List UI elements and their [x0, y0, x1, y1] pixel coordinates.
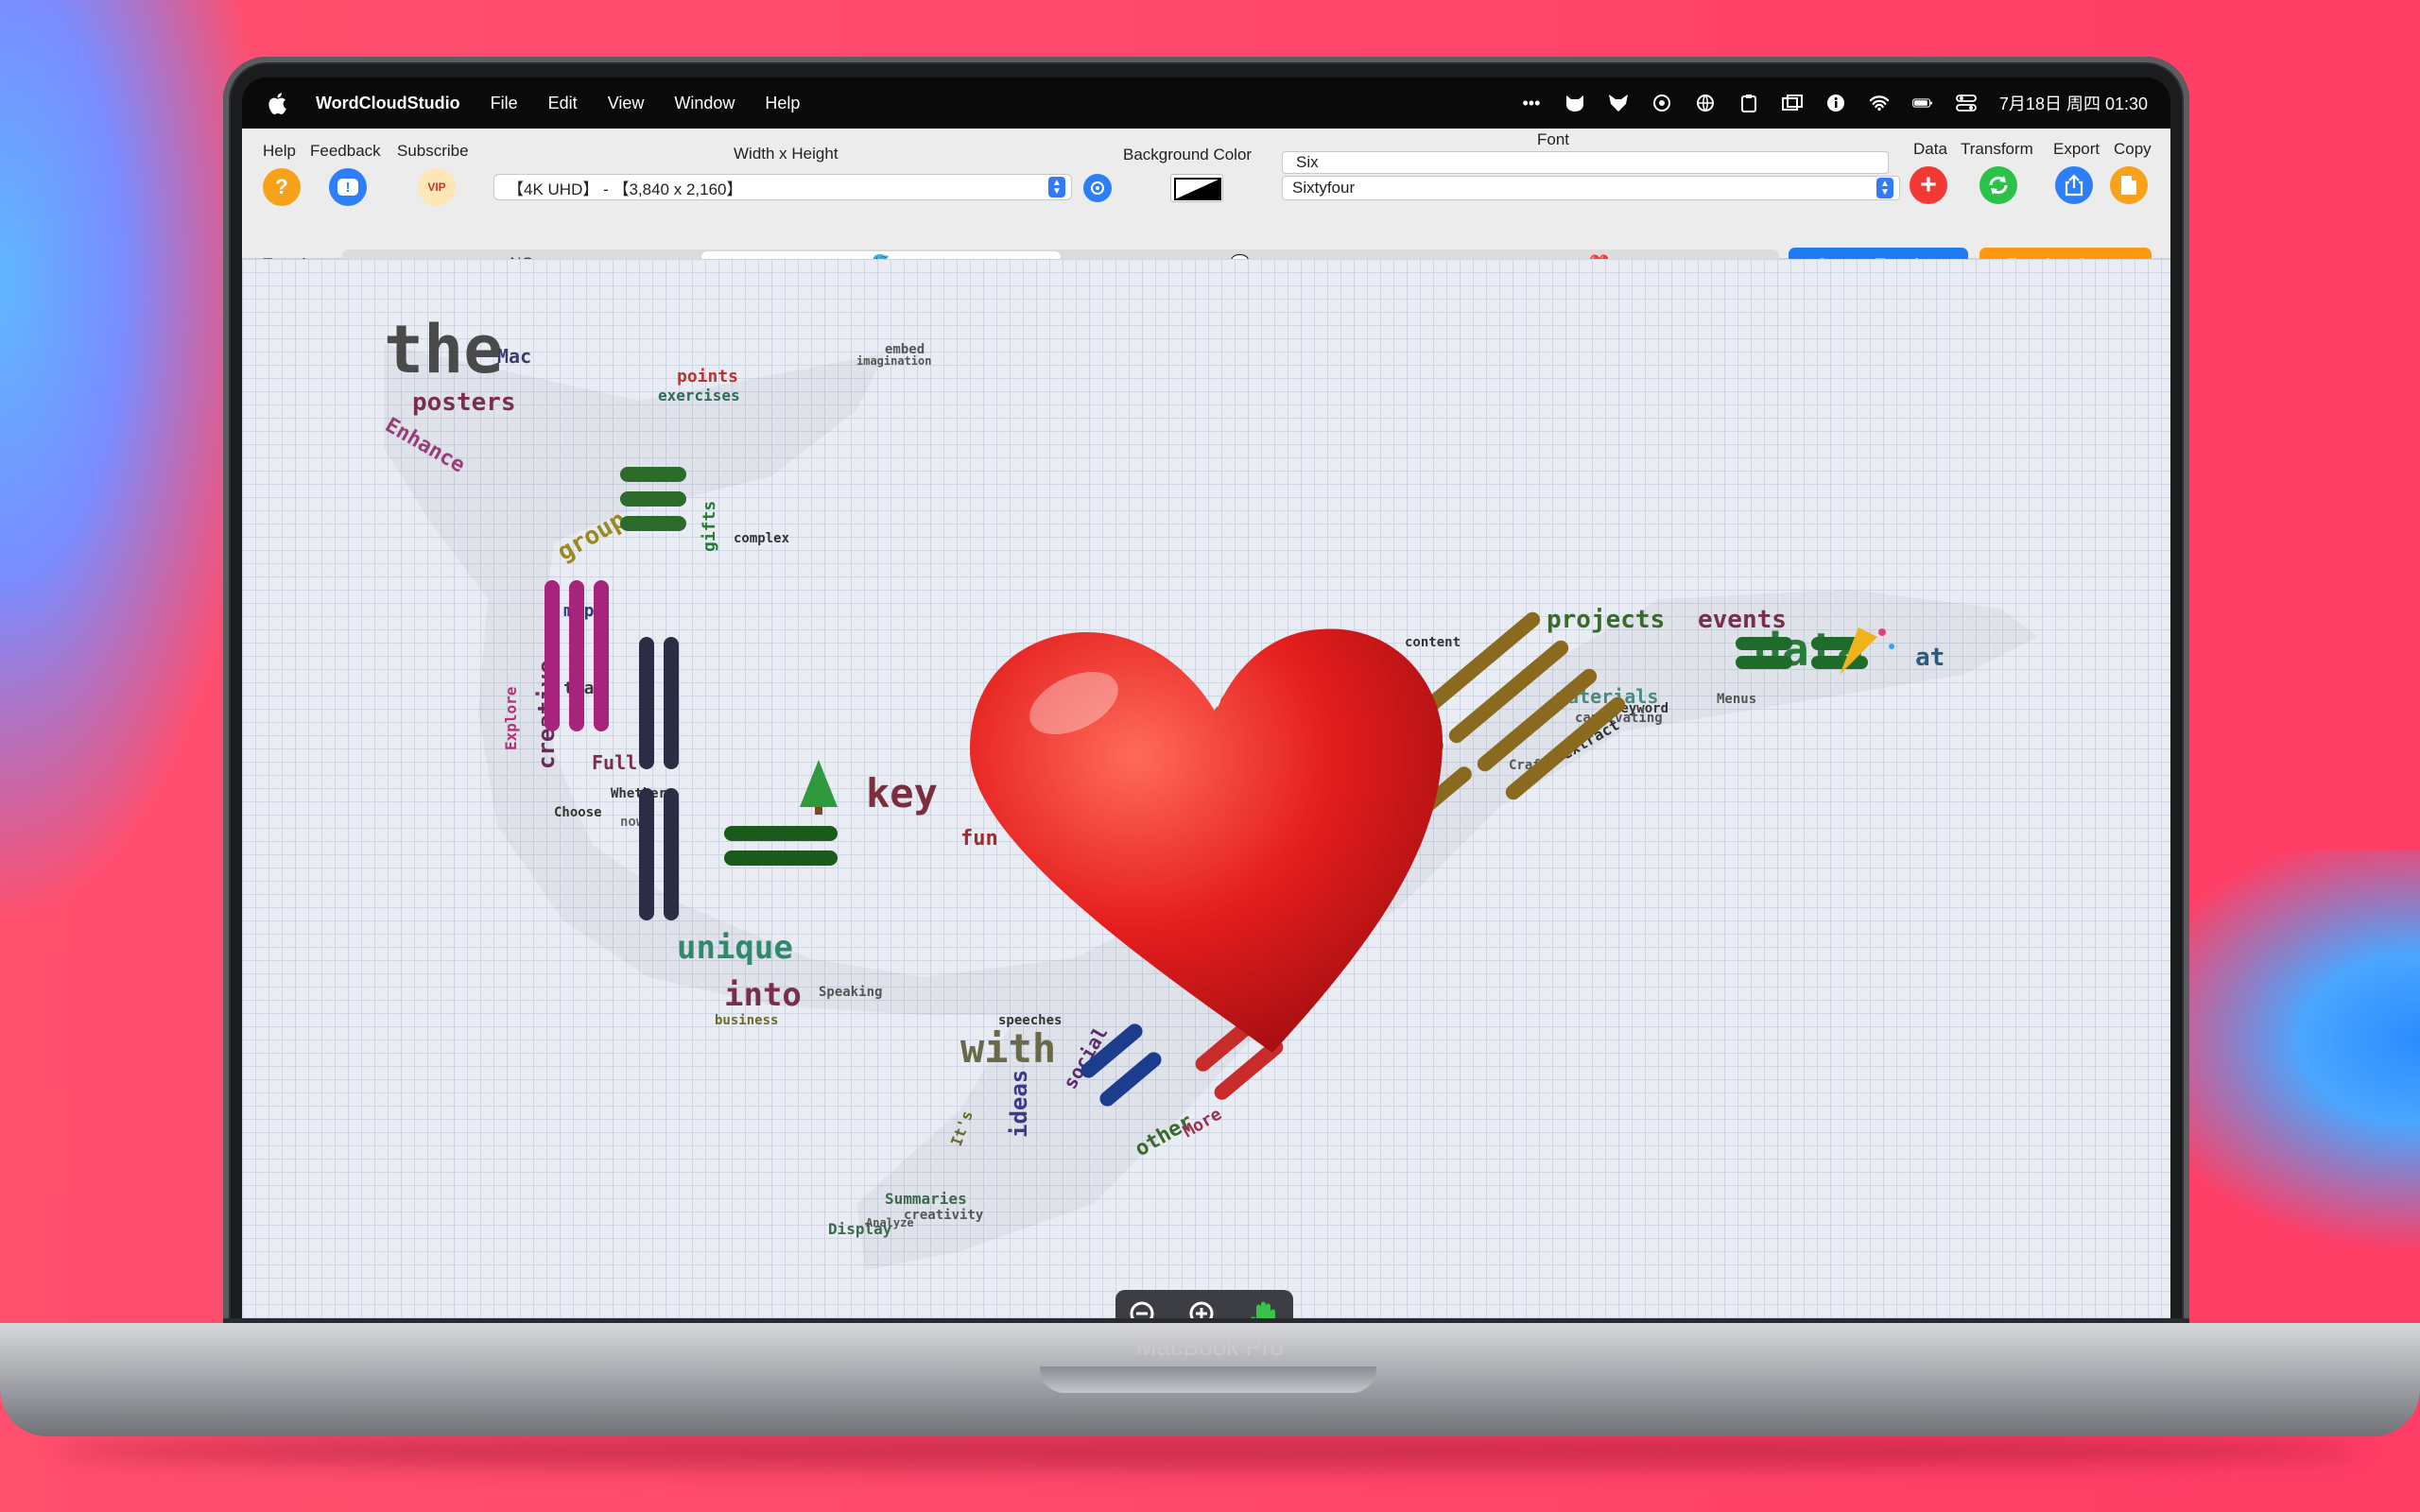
- word-22: at: [1915, 644, 1945, 672]
- size-stepper-icon: ▲ ▼: [1048, 177, 1065, 198]
- menu-window[interactable]: Window: [674, 94, 735, 113]
- size-value: 【4K UHD】 - 【3,840 x 2,160】: [508, 180, 743, 198]
- vip-crown-icon: VIP: [427, 180, 446, 194]
- help-label: Help: [263, 142, 296, 160]
- clock[interactable]: 7月18日 周四 01:30: [1999, 91, 2148, 115]
- clipboard-icon[interactable]: [1738, 93, 1759, 113]
- word-41: creativity: [904, 1208, 984, 1223]
- menu-file[interactable]: File: [491, 94, 518, 113]
- subscribe-label: Subscribe: [397, 142, 469, 160]
- word-17: into: [724, 976, 802, 1014]
- info-icon[interactable]: [1825, 93, 1846, 113]
- bg-color-well[interactable]: [1170, 174, 1223, 202]
- word-27: content: [1405, 635, 1461, 650]
- bg-color-swatch-icon: [1174, 178, 1221, 200]
- word-13: Choose: [554, 805, 602, 820]
- word-36: ideas: [1006, 1070, 1032, 1138]
- font-select[interactable]: Sixtyfour ▲ ▼: [1282, 176, 1900, 200]
- font-name-value: Sixtyfour: [1292, 179, 1356, 197]
- word-cloud-canvas[interactable]: thepostersMacpointsexercisesEnhancemapte…: [242, 259, 2170, 1334]
- word-50: imagination: [856, 354, 931, 368]
- share-icon: [2065, 174, 2083, 197]
- data-label: Data: [1913, 140, 1947, 158]
- globe-icon[interactable]: [1695, 93, 1716, 113]
- font-family-value: Six: [1296, 153, 1319, 171]
- font-stepper-icon: ▲ ▼: [1876, 178, 1893, 198]
- brand-label: MacBook Pro: [1135, 1332, 1285, 1361]
- word-cloud-art: thepostersMacpointsexercisesEnhancemapte…: [381, 311, 2038, 1270]
- word-34: speeches: [998, 1013, 1062, 1028]
- word-26: Menus: [1717, 692, 1756, 707]
- help-icon: ?: [275, 175, 288, 198]
- more-icon[interactable]: •••: [1521, 93, 1542, 113]
- size-settings-button[interactable]: [1083, 174, 1112, 202]
- word-14: key: [866, 770, 938, 816]
- document-icon: [2121, 176, 2136, 195]
- transform-button[interactable]: [1979, 166, 2017, 204]
- menu-bar: WordCloudStudio File Edit View Window He…: [242, 77, 2170, 129]
- word-43: Analyze: [866, 1216, 914, 1229]
- export-label: Export: [2053, 140, 2100, 158]
- battery-icon[interactable]: [1912, 93, 1933, 113]
- wifi-icon[interactable]: [1869, 93, 1890, 113]
- word-48: complex: [734, 531, 790, 546]
- tree-emoji-icon: [800, 760, 838, 815]
- export-button[interactable]: [2055, 166, 2093, 204]
- menu-edit[interactable]: Edit: [548, 94, 578, 113]
- word-19: projects: [1547, 606, 1665, 634]
- refresh-icon: [1989, 176, 2008, 195]
- menu-view[interactable]: View: [608, 94, 645, 113]
- control-center-icon[interactable]: [1956, 93, 1977, 113]
- thumb-notch: [1040, 1366, 1376, 1393]
- feedback-label: Feedback: [310, 142, 381, 160]
- word-8: Explore: [502, 687, 520, 750]
- word-2: Mac: [497, 345, 531, 368]
- menu-help[interactable]: Help: [765, 94, 800, 113]
- feedback-button[interactable]: !: [329, 168, 367, 206]
- subscribe-vip-button[interactable]: VIP: [418, 168, 456, 206]
- apple-icon[interactable]: [268, 91, 289, 115]
- word-47: gifts: [700, 501, 719, 552]
- word-3: points: [677, 367, 738, 387]
- windows-icon[interactable]: [1781, 93, 1803, 113]
- menu-app-name[interactable]: WordCloudStudio: [316, 94, 460, 113]
- font-label: Font: [1537, 130, 1570, 148]
- help-button[interactable]: ?: [263, 168, 301, 206]
- word-4: exercises: [658, 387, 740, 404]
- word-16: unique: [677, 929, 793, 967]
- screen: WordCloudStudio File Edit View Window He…: [242, 77, 2170, 1334]
- ai-icon[interactable]: [1651, 93, 1672, 113]
- word-51: Speaking: [819, 985, 882, 1000]
- fox-icon[interactable]: [1608, 93, 1629, 113]
- word-33: with: [960, 1025, 1056, 1072]
- plus-icon: +: [1920, 169, 1937, 200]
- word-11: Whether: [611, 786, 666, 801]
- cat-icon[interactable]: [1564, 93, 1585, 113]
- size-select[interactable]: 【4K UHD】 - 【3,840 x 2,160】 ▲ ▼: [493, 174, 1072, 200]
- word-10: Full: [592, 751, 637, 774]
- size-label: Width x Height: [734, 145, 838, 163]
- word-1: posters: [412, 388, 516, 417]
- transform-label: Transform: [1961, 140, 2033, 158]
- word-18: business: [715, 1013, 778, 1028]
- feedback-icon: !: [337, 179, 358, 196]
- word-40: Summaries: [885, 1190, 967, 1208]
- toolbar: Help Feedback Subscribe ? ! VIP Width x …: [242, 129, 2170, 282]
- add-data-button[interactable]: +: [1910, 166, 1947, 204]
- bg-color-label: Background Color: [1123, 146, 1253, 163]
- font-family-field[interactable]: Six: [1282, 151, 1889, 174]
- gear-icon: [1091, 181, 1104, 195]
- copy-label: Copy: [2114, 140, 2152, 158]
- copy-button[interactable]: [2110, 166, 2148, 204]
- word-15: fun: [960, 827, 998, 850]
- status-area: ••• 7月18日 周四 01:30: [1521, 91, 2148, 115]
- word-0: the: [384, 311, 503, 388]
- laptop-shadow: [57, 1432, 2363, 1469]
- laptop-frame: WordCloudStudio File Edit View Window He…: [223, 57, 2189, 1375]
